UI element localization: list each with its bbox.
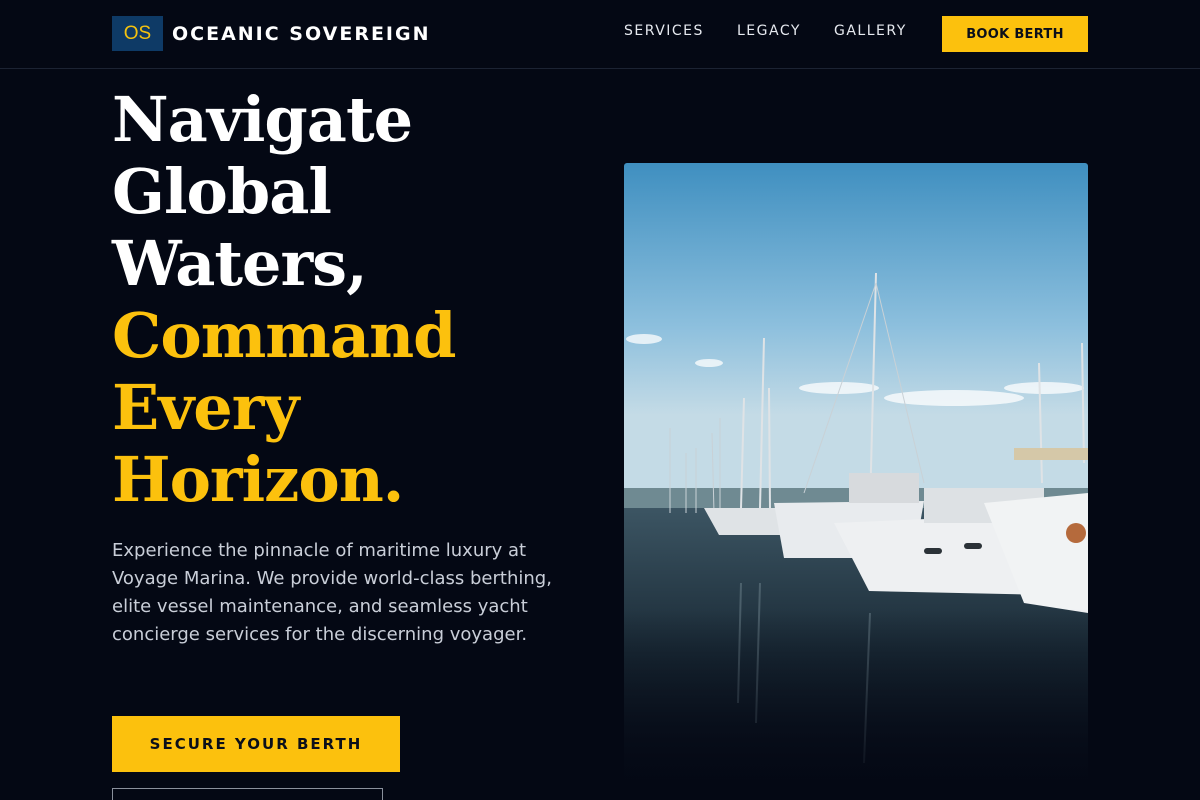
secure-berth-button[interactable]: SECURE YOUR BERTH — [112, 716, 400, 772]
headline-line-accent: Command — [112, 299, 457, 372]
nav-link-gallery[interactable]: GALLERY — [834, 23, 907, 39]
marina-illustration — [624, 163, 1088, 800]
brand-logo[interactable]: OS OCEANIC SOVEREIGN — [112, 16, 431, 51]
site-header: OS OCEANIC SOVEREIGN SERVICES LEGACY GAL… — [0, 0, 1200, 69]
marina-photo — [624, 163, 1088, 800]
headline-line: Waters, — [112, 227, 368, 300]
nav-link-services[interactable]: SERVICES — [624, 23, 704, 39]
headline-line: Global — [112, 155, 332, 228]
nav-link-legacy[interactable]: LEGACY — [737, 23, 801, 39]
headline-line: Navigate — [112, 83, 413, 156]
headline-line-accent: Horizon. — [112, 443, 404, 516]
headline-line-accent: Every — [112, 371, 299, 444]
book-berth-button[interactable]: BOOK BERTH — [942, 16, 1088, 52]
hero-headline: Navigate Global Waters, Command Every Ho… — [112, 83, 457, 516]
secondary-button[interactable] — [112, 788, 383, 800]
logo-badge: OS — [112, 16, 163, 51]
hero-description: Experience the pinnacle of maritime luxu… — [112, 540, 552, 645]
brand-name: OCEANIC SOVEREIGN — [172, 22, 431, 45]
